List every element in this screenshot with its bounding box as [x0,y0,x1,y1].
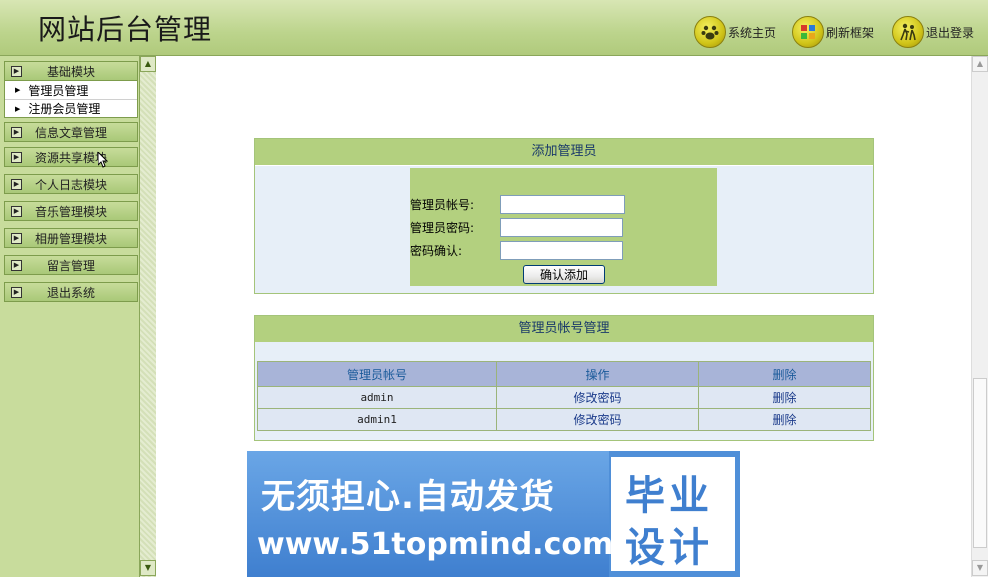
scroll-down-icon[interactable]: ▼ [140,560,156,576]
column-header-account: 管理员帐号 [257,361,497,387]
expand-box-icon: ▶ [11,233,22,244]
site-title: 网站后台管理 [38,13,213,46]
banner-right-line2: 设计 [625,525,713,571]
column-header-action: 操作 [496,361,699,387]
account-label: 管理员帐号: [410,197,475,212]
menu-category-guestbook[interactable]: ▶ 留言管理 [4,255,138,275]
scroll-up-icon[interactable]: ▲ [972,56,988,72]
menu-category-label: 相册管理模块 [34,231,107,246]
sidebar-item-member-manage[interactable]: ▶ 注册会员管理 [5,99,137,117]
scrollbar-thumb[interactable] [973,378,987,548]
change-password-link[interactable]: 修改密码 [496,408,699,431]
account-input[interactable] [500,194,625,214]
add-admin-title: 添加管理员 [255,139,873,165]
confirm-row: 密码确认: [410,240,623,260]
confirm-password-label: 密码确认: [410,243,463,258]
confirm-password-input[interactable] [500,240,623,260]
delete-link[interactable]: 删除 [698,408,871,431]
logout-button[interactable]: 退出登录 [892,16,974,48]
logout-button-label: 退出登录 [926,25,975,40]
main-scrollbar[interactable]: ▲ ▼ [971,56,988,577]
sidebar-menu: ▶ 基础模块 ▶ 管理员管理 ▶ 注册会员管理 ▶ 信息文章管理 ▶ 资源共享模… [4,58,138,302]
banner-url: www.51topmind.com [257,527,614,562]
sidebar-item-label: 注册会员管理 [28,102,101,116]
account-row: 管理员帐号: [410,194,625,214]
menu-category-label: 基础模块 [46,64,95,79]
paw-icon [694,16,726,48]
refresh-frame-label: 刷新框架 [826,25,875,40]
menu-category-blog[interactable]: ▶ 个人日志模块 [4,174,138,194]
home-button[interactable]: 系统主页 [694,16,776,48]
password-row: 管理员密码: [410,217,623,237]
table-row: admin 修改密码 删除 [257,386,871,409]
expand-box-icon: ▶ [11,127,22,138]
main-frame: 添加管理员 管理员帐号: 管理员密码: 密码确认: 确认添加 管理员帐号管理 管… [157,56,988,577]
mouse-cursor-icon [98,152,108,168]
menu-category-label: 留言管理 [46,258,95,273]
expand-box-icon: ▶ [11,260,22,271]
refresh-icon [792,16,824,48]
scroll-up-icon[interactable]: ▲ [140,56,156,72]
sidebar-item-label: 管理员管理 [28,83,89,98]
account-cell: admin [257,386,497,409]
column-header-delete: 删除 [698,361,871,387]
menu-category-label: 个人日志模块 [34,177,107,192]
admin-accounts-table: 管理员帐号 操作 删除 admin 修改密码 删除 admin1 修改密码 删除 [257,361,871,431]
confirm-add-button[interactable]: 确认添加 [523,265,605,284]
banner-left-panel: 无须担心.自动发货 www.51topmind.com [247,451,613,577]
add-admin-form-body: 管理员帐号: 管理员密码: 密码确认: 确认添加 [255,166,873,293]
menu-category-basic[interactable]: ▶ 基础模块 [4,61,138,81]
menu-category-album[interactable]: ▶ 相册管理模块 [4,228,138,248]
menu-category-label: 信息文章管理 [34,125,107,140]
table-row: admin1 修改密码 删除 [257,408,871,431]
menu-category-exit[interactable]: ▶ 退出系统 [4,282,138,302]
menu-category-label: 音乐管理模块 [34,204,107,219]
admin-accounts-panel: 管理员帐号管理 管理员帐号 操作 删除 admin 修改密码 删除 admin1… [254,315,874,441]
menu-category-label: 退出系统 [46,285,95,300]
expand-box-icon: ▶ [11,206,22,217]
expand-box-icon: ▶ [11,179,22,190]
account-cell: admin1 [257,408,497,431]
scroll-down-icon[interactable]: ▼ [972,560,988,576]
delete-link[interactable]: 删除 [698,386,871,409]
expand-box-icon: ▶ [11,66,22,77]
expand-box-icon: ▶ [11,287,22,298]
logout-icon [892,16,924,48]
table-header-row: 管理员帐号 操作 删除 [257,361,871,387]
header-bar: 网站后台管理 系统主页 刷新框架 退出登录 [0,0,988,56]
home-button-label: 系统主页 [728,25,777,40]
password-label: 管理员密码: [410,220,475,235]
triangle-right-icon: ▶ [15,86,21,94]
submenu-basic: ▶ 管理员管理 ▶ 注册会员管理 [4,81,138,118]
sidebar: ▶ 基础模块 ▶ 管理员管理 ▶ 注册会员管理 ▶ 信息文章管理 ▶ 资源共享模… [0,56,156,577]
triangle-right-icon: ▶ [15,104,21,113]
menu-category-label: 资源共享模块 [34,150,107,165]
menu-category-music[interactable]: ▶ 音乐管理模块 [4,201,138,221]
menu-category-articles[interactable]: ▶ 信息文章管理 [4,122,138,142]
sidebar-item-admin-manage[interactable]: ▶ 管理员管理 [5,81,137,99]
banner-right-panel: 毕业 设计 [611,457,735,571]
expand-box-icon: ▶ [11,152,22,163]
add-admin-form: 管理员帐号: 管理员密码: 密码确认: 确认添加 [410,168,717,286]
advert-banner[interactable]: 无须担心.自动发货 www.51topmind.com 毕业 设计 [247,451,740,577]
add-admin-panel: 添加管理员 管理员帐号: 管理员密码: 密码确认: 确认添加 [254,138,874,294]
menu-category-resources[interactable]: ▶ 资源共享模块 [4,147,138,167]
sidebar-scrollbar[interactable]: ▲ ▼ [139,56,156,577]
change-password-link[interactable]: 修改密码 [496,386,699,409]
banner-slogan: 无须担心.自动发货 [261,477,555,517]
refresh-frame-button[interactable]: 刷新框架 [792,16,874,48]
admin-accounts-title: 管理员帐号管理 [255,316,873,342]
password-input[interactable] [500,217,623,237]
banner-right-line1: 毕业 [625,473,713,519]
